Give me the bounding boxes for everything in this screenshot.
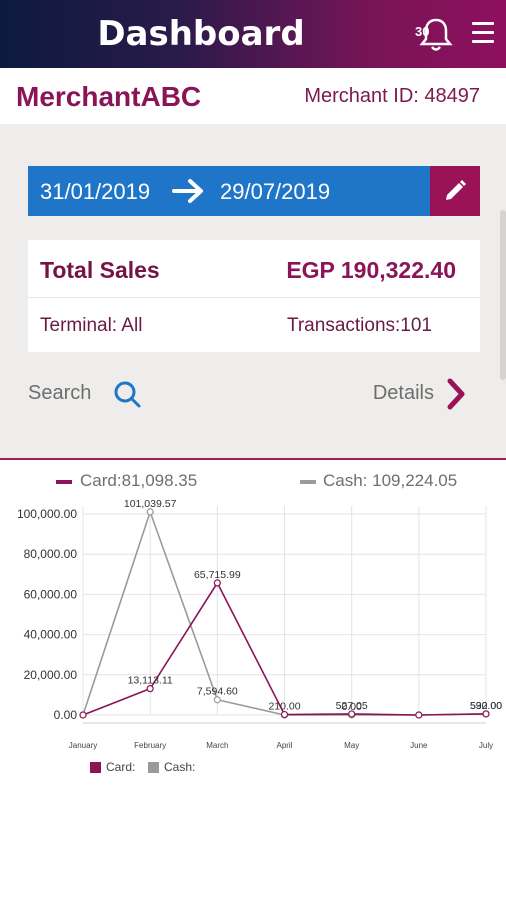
scrollbar[interactable] — [500, 210, 506, 380]
x-tick-label: June — [410, 741, 428, 750]
date-range-bar[interactable]: 31/01/2019 29/07/2019 — [28, 166, 480, 216]
y-tick-label: 20,000.00 — [24, 668, 78, 682]
legend-swatch — [90, 762, 101, 773]
card-total: Card:81,098.35 — [80, 471, 198, 490]
legend-label: Cash: — [164, 760, 196, 774]
search-icon[interactable] — [112, 378, 142, 410]
data-label: 210.00 — [268, 701, 300, 713]
arrow-right-icon — [172, 179, 203, 203]
page-title: Dashboard — [97, 14, 305, 54]
sales-card: Total Sales EGP 190,322.40 Terminal: All… — [28, 240, 480, 352]
data-point — [415, 711, 423, 719]
x-tick-label: January — [69, 741, 97, 750]
x-tick-label: April — [276, 741, 292, 750]
data-label: 7,594.60 — [197, 686, 238, 698]
y-tick-label: 40,000.00 — [24, 628, 78, 642]
data-label: 532.00 — [470, 700, 502, 712]
cash-total: Cash: 109,224.05 — [323, 471, 458, 490]
total-sales-label: Total Sales — [40, 257, 160, 283]
details-button[interactable]: Details — [373, 382, 434, 405]
merchant-bar: MerchantABC Merchant ID: 48497 — [0, 68, 506, 124]
cash-legend-swatch — [300, 480, 316, 484]
hamburger-menu-icon[interactable] — [472, 22, 496, 46]
date-to: 29/07/2019 — [220, 179, 331, 204]
date-from: 31/01/2019 — [40, 179, 151, 204]
x-tick-label: May — [344, 741, 359, 750]
actions-row: Search Details — [28, 374, 480, 414]
terminal-filter: Terminal: All — [40, 315, 143, 336]
merchant-id: Merchant ID: 48497 — [304, 85, 480, 107]
notification-count: 30 — [415, 24, 430, 39]
data-label: 101,039.57 — [124, 500, 177, 510]
data-label: 13,113.11 — [128, 675, 173, 687]
totals-legend: Card:81,098.35 Cash: 109,224.05 — [0, 466, 506, 496]
data-point — [79, 711, 87, 719]
notifications-button[interactable]: 30 — [408, 14, 454, 54]
x-tick-label: February — [134, 741, 166, 750]
chevron-right-icon[interactable] — [444, 376, 468, 412]
total-sales-row: Total Sales EGP 190,322.40 — [28, 240, 480, 298]
legend-swatch — [148, 762, 159, 773]
y-tick-label: 0.00 — [54, 708, 78, 722]
data-label: 65,715.99 — [194, 569, 241, 581]
x-tick-label: March — [206, 741, 228, 750]
y-tick-label: 80,000.00 — [24, 547, 78, 561]
data-label: 527.05 — [336, 700, 368, 712]
edit-date-button[interactable] — [430, 166, 480, 216]
search-button[interactable]: Search — [28, 382, 91, 405]
pencil-icon — [446, 180, 466, 200]
transactions-count: Transactions:101 — [286, 315, 432, 336]
app-header: Dashboard 30 — [0, 0, 506, 68]
total-sales-value: EGP 190,322.40 — [286, 257, 456, 283]
card-legend-swatch — [56, 480, 72, 484]
sales-line-chart: 0.00 20,000.00 40,000.00 60,000.00 80,000.00… — [17, 500, 502, 750]
y-tick-label: 100,000.00 — [17, 507, 77, 521]
x-tick-label: July — [479, 741, 493, 750]
y-tick-label: 60,000.00 — [24, 587, 78, 601]
summary-panel: 31/01/2019 29/07/2019 Total Sales EGP 19… — [0, 124, 506, 460]
merchant-name: MerchantABC — [16, 81, 202, 112]
legend-label: Card: — [106, 760, 136, 774]
